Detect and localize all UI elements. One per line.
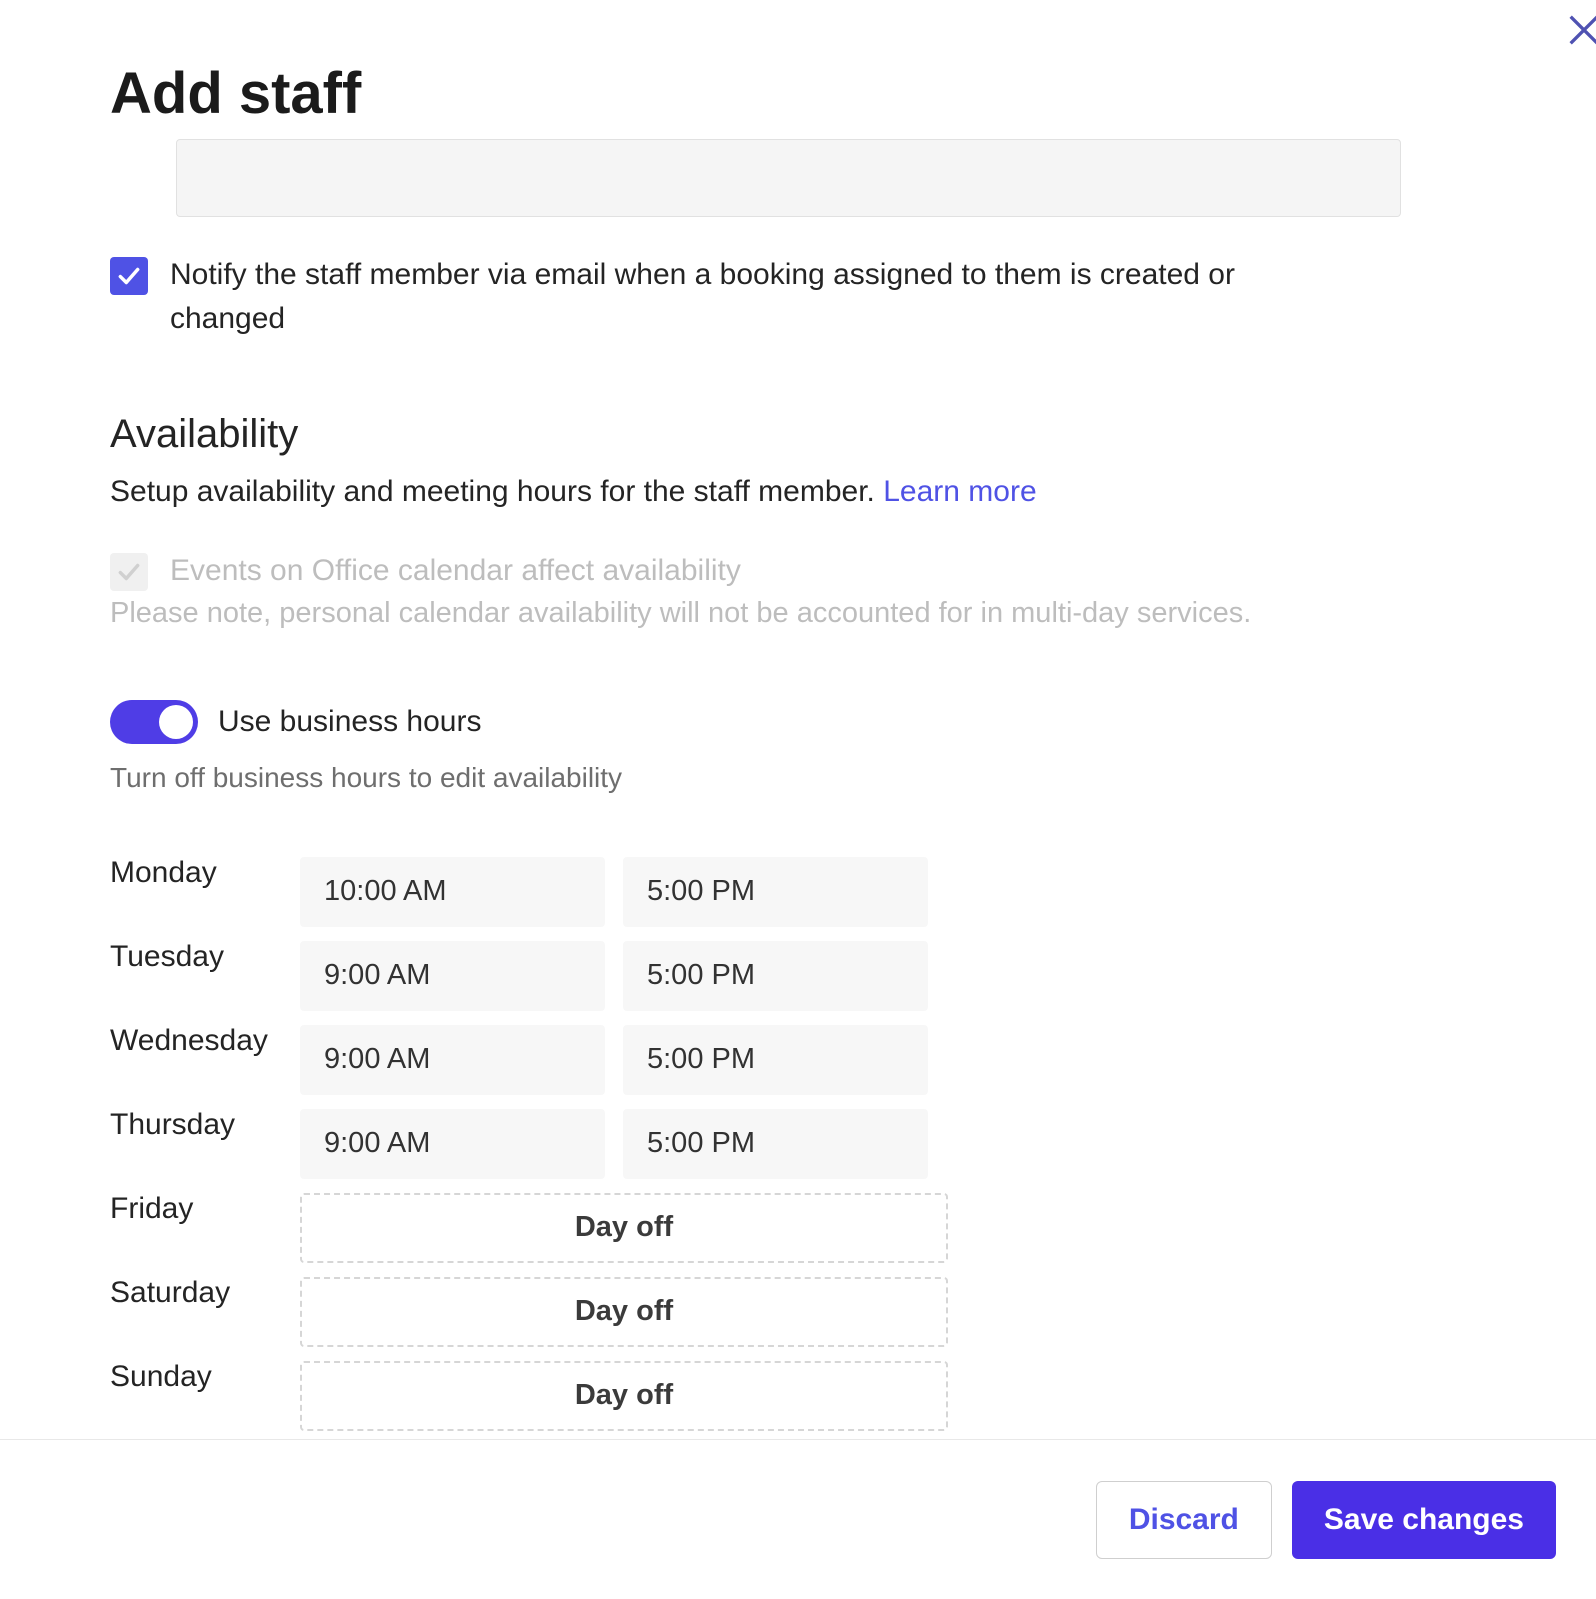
start-time-select[interactable]: 9:00 AM: [300, 1025, 605, 1095]
day-label: Saturday: [110, 1270, 300, 1310]
use-business-hours-toggle[interactable]: [110, 700, 198, 744]
day-off-box: Day off: [300, 1361, 948, 1431]
availability-subtext: Setup availability and meeting hours for…: [110, 475, 1450, 509]
start-time-select[interactable]: 10:00 AM: [300, 857, 605, 927]
end-time-select[interactable]: 5:00 PM: [623, 857, 928, 927]
end-time-select[interactable]: 5:00 PM: [623, 941, 928, 1011]
notify-label: Notify the staff member via email when a…: [170, 253, 1350, 340]
notify-row: Notify the staff member via email when a…: [110, 253, 1450, 340]
discard-button[interactable]: Discard: [1096, 1481, 1272, 1559]
use-business-hours-row: Use business hours: [110, 700, 1450, 744]
day-label: Wednesday: [110, 1018, 300, 1058]
schedule-row: SundayDay off: [110, 1354, 1450, 1438]
notify-checkbox[interactable]: [110, 257, 148, 295]
page-title: Add staff: [110, 60, 1450, 127]
schedule-row: Monday10:00 AM 5:00 PM: [110, 850, 1450, 934]
day-label: Friday: [110, 1186, 300, 1226]
availability-heading: Availability: [110, 412, 1450, 457]
schedule-row: Wednesday9:00 AM 5:00 PM: [110, 1018, 1450, 1102]
day-label: Tuesday: [110, 934, 300, 974]
events-row: Events on Office calendar affect availab…: [110, 549, 1450, 593]
save-button[interactable]: Save changes: [1292, 1481, 1556, 1559]
availability-subtext-text: Setup availability and meeting hours for…: [110, 475, 875, 508]
add-staff-panel: Add staff Notify the staff member via em…: [0, 0, 1596, 1599]
toggle-knob: [159, 705, 193, 739]
day-off-box: Day off: [300, 1277, 948, 1347]
end-time-select[interactable]: 5:00 PM: [623, 1109, 928, 1179]
start-time-select[interactable]: 9:00 AM: [300, 1109, 605, 1179]
panel-footer: Discard Save changes: [0, 1439, 1596, 1599]
end-time-select[interactable]: 5:00 PM: [623, 1025, 928, 1095]
schedule-row: Tuesday9:00 AM 5:00 PM: [110, 934, 1450, 1018]
schedule-row: SaturdayDay off: [110, 1270, 1450, 1354]
events-checkbox: [110, 553, 148, 591]
use-business-hours-label: Use business hours: [218, 705, 481, 739]
role-description-box: [176, 139, 1401, 217]
close-icon[interactable]: [1564, 10, 1596, 57]
start-time-select[interactable]: 9:00 AM: [300, 941, 605, 1011]
day-label: Sunday: [110, 1354, 300, 1394]
panel-content: Add staff Notify the staff member via em…: [110, 60, 1450, 1438]
day-label: Thursday: [110, 1102, 300, 1142]
day-off-box: Day off: [300, 1193, 948, 1263]
events-label: Events on Office calendar affect availab…: [170, 549, 741, 593]
schedule-row: Thursday9:00 AM 5:00 PM: [110, 1102, 1450, 1186]
day-label: Monday: [110, 850, 300, 890]
schedule-table: Monday10:00 AM5:00 PMTuesday9:00 AM5:00 …: [110, 850, 1450, 1438]
schedule-row: FridayDay off: [110, 1186, 1450, 1270]
learn-more-link[interactable]: Learn more: [883, 475, 1036, 508]
events-note: Please note, personal calendar availabil…: [110, 597, 1450, 630]
business-hours-note: Turn off business hours to edit availabi…: [110, 762, 1450, 794]
